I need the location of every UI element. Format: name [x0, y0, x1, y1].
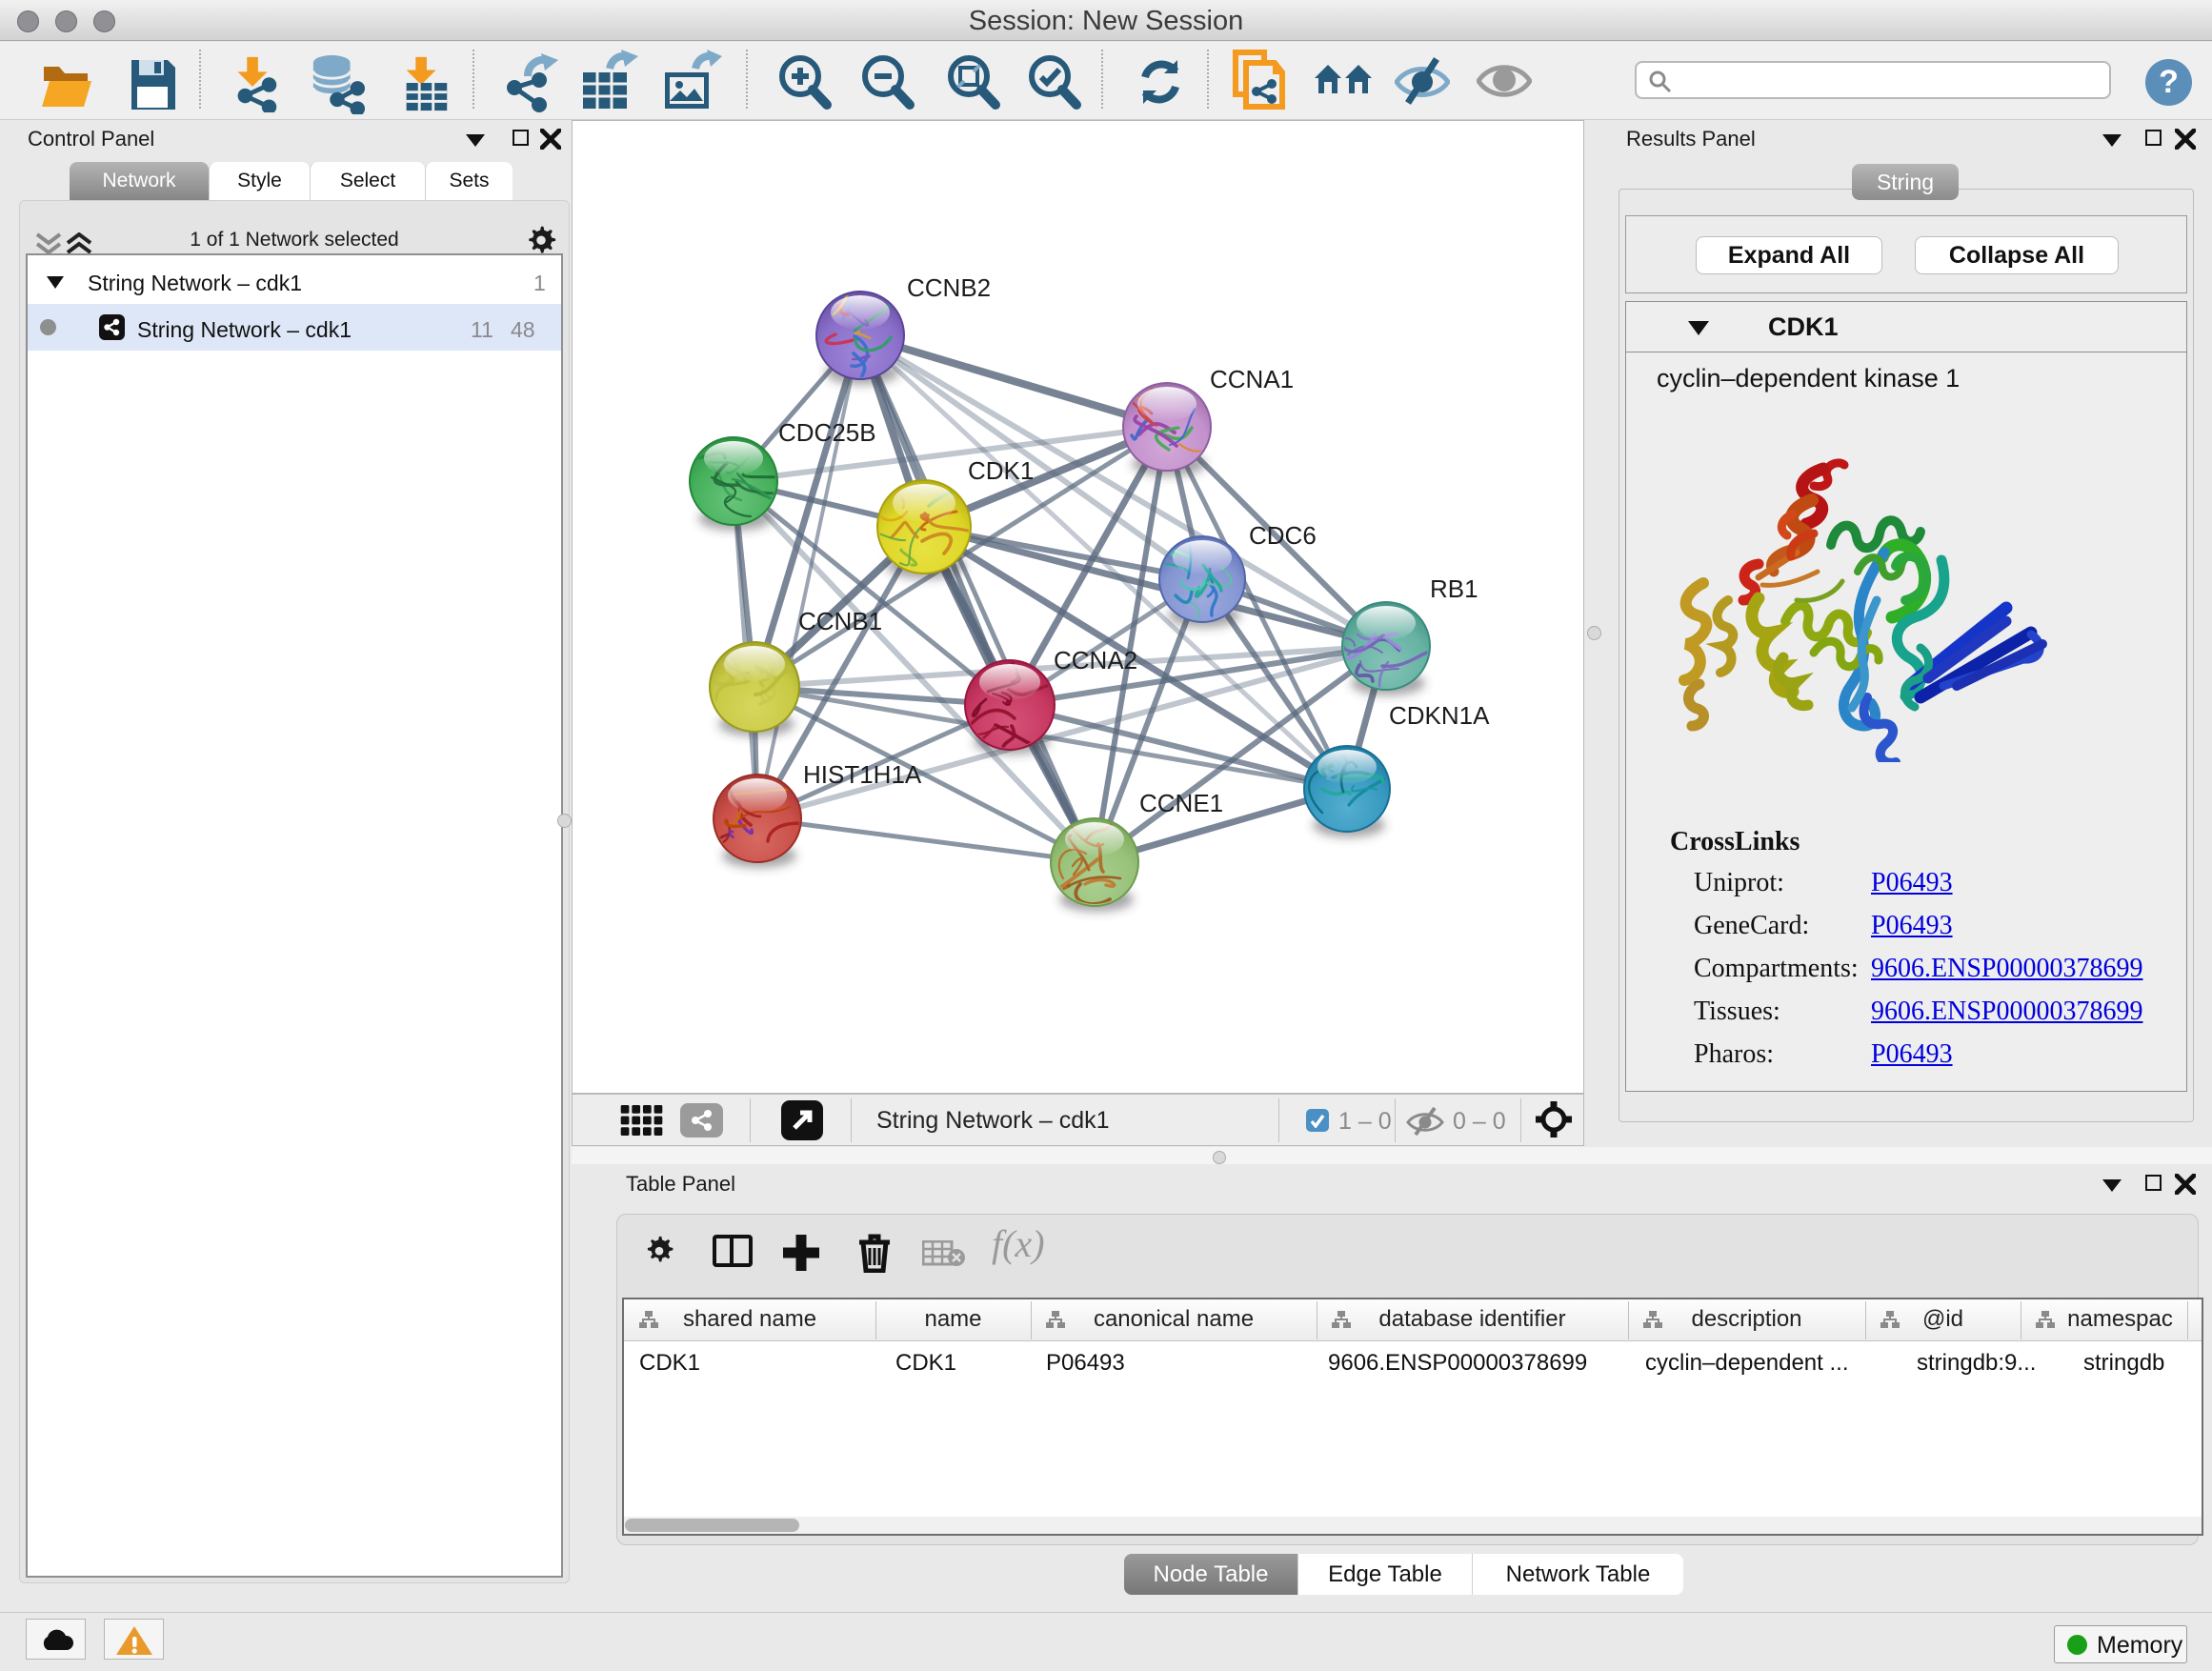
- svg-text:CDK1: CDK1: [968, 456, 1034, 485]
- svg-text:CCNE1: CCNE1: [1139, 789, 1223, 817]
- svg-text:RB1: RB1: [1430, 574, 1478, 603]
- svg-text:CCNA2: CCNA2: [1054, 646, 1137, 674]
- svg-text:CCNB2: CCNB2: [907, 273, 991, 302]
- svg-text:CDKN1A: CDKN1A: [1389, 701, 1490, 730]
- svg-text:HIST1H1A: HIST1H1A: [803, 760, 922, 789]
- svg-text:CCNB1: CCNB1: [798, 607, 882, 635]
- svg-text:CDC6: CDC6: [1249, 521, 1317, 550]
- svg-text:CCNA1: CCNA1: [1210, 365, 1294, 393]
- svg-text:CDC25B: CDC25B: [778, 418, 876, 447]
